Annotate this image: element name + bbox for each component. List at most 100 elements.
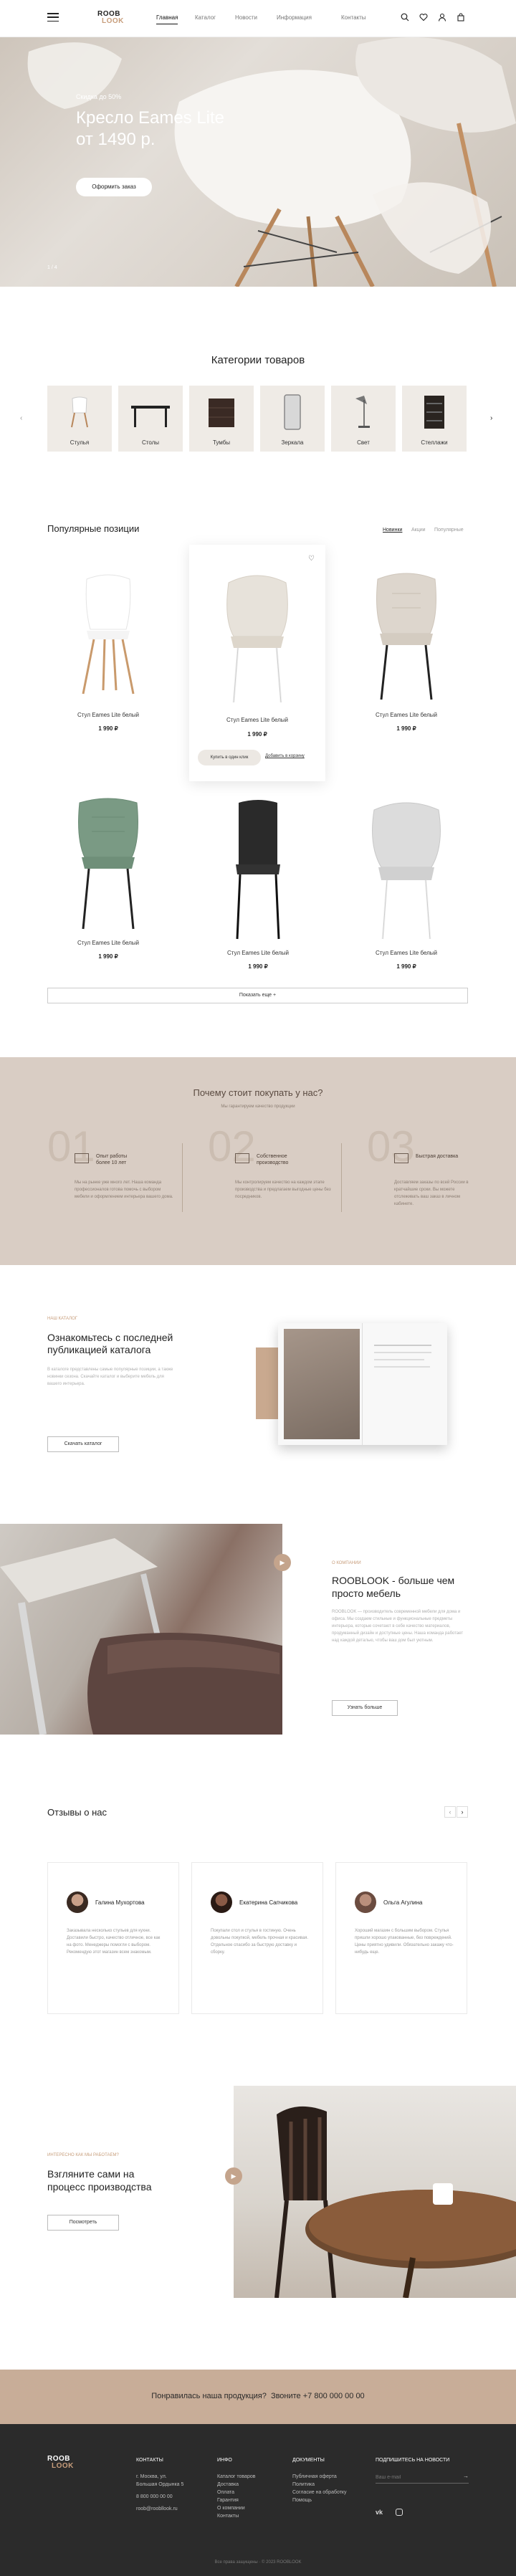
arrow-right-icon[interactable]: → <box>463 2473 469 2479</box>
add-to-cart-link[interactable]: Добавить в корзину <box>265 754 305 758</box>
footer-link[interactable]: Контакты <box>217 2512 255 2520</box>
production-title: Взгляните сами на процесс производства <box>47 2167 152 2193</box>
why-item-title: Быстрая доставка <box>416 1154 459 1159</box>
watch-button[interactable]: Посмотреть <box>47 2215 119 2231</box>
heart-icon[interactable]: ♡ <box>308 555 315 563</box>
download-catalog-button[interactable]: Скачать каталог <box>47 1436 119 1452</box>
tab-popular[interactable]: Популярные <box>434 528 464 533</box>
catalog-booklet-image[interactable] <box>278 1323 447 1445</box>
factory-icon <box>235 1153 249 1163</box>
product-price: 1 990 ₽ <box>247 731 267 738</box>
plus-icon: + <box>273 993 277 998</box>
product-name[interactable]: Стул Eames Lite белый <box>189 717 325 723</box>
review-text: Хороший магазин с большим выбором. Стуль… <box>355 1929 454 1955</box>
instagram-icon[interactable] <box>396 2509 403 2516</box>
footer-link[interactable]: Доставка <box>217 2481 255 2489</box>
logo[interactable]: ROOB LOOK <box>97 11 124 25</box>
category-cabinets[interactable]: Тумбы <box>189 386 254 452</box>
tab-sale[interactable]: Акции <box>411 528 426 533</box>
footer-link[interactable]: Согласие на обработку <box>292 2489 347 2496</box>
nav-info[interactable]: Информация <box>277 14 312 21</box>
product-name[interactable]: Стул Eames Lite белый <box>345 712 467 718</box>
nav-home[interactable]: Главная <box>156 14 178 24</box>
footer-link[interactable]: Гарантия <box>217 2496 255 2504</box>
product-card[interactable]: Стул Eames Lite белый 1 990 ₽ <box>47 796 169 960</box>
site-header: ROOB LOOK Главная Каталог Новости Информ… <box>0 0 516 37</box>
nav-news[interactable]: Новости <box>235 14 257 21</box>
reviews-prev-icon[interactable]: ‹ <box>444 1806 456 1818</box>
footer-link[interactable]: Политика <box>292 2481 347 2489</box>
catalog-title-line1: Ознакомьтесь с последней <box>47 1332 173 1343</box>
product-card[interactable]: Стул Eames Lite белый 1 990 ₽ <box>345 565 467 732</box>
nav-contacts[interactable]: Контакты <box>341 14 366 21</box>
category-shelves[interactable]: Стеллажи <box>402 386 467 452</box>
category-tables[interactable]: Столы <box>118 386 183 452</box>
category-label: Стеллажи <box>421 439 448 446</box>
footer-phone[interactable]: 8 800 000 00 00 <box>136 2493 183 2501</box>
hero-chair-image <box>27 37 516 287</box>
category-lights[interactable]: Свет <box>331 386 396 452</box>
why-title: Почему стоит покупать у нас? <box>193 1087 323 1098</box>
subscribe-email-input[interactable] <box>376 2472 469 2484</box>
reviewer-name: Екатерина Сапчикова <box>239 1899 298 1906</box>
why-item-title: Собственное производство <box>257 1154 289 1165</box>
cart-icon[interactable] <box>456 13 466 23</box>
footer-logo[interactable]: ROOB LOOK <box>47 2456 74 2470</box>
footer-email[interactable]: roob@roobllook.ru <box>136 2505 183 2513</box>
heart-icon[interactable] <box>419 13 429 23</box>
cta-text[interactable]: Понравилась наша продукция? Звоните +7 8… <box>0 2392 516 2400</box>
category-label: Стулья <box>70 439 90 446</box>
user-icon[interactable] <box>437 13 447 23</box>
product-card[interactable]: Стул Eames Lite белый 1 990 ₽ <box>47 565 169 732</box>
table-icon <box>131 406 170 427</box>
nav-catalog[interactable]: Каталог <box>195 14 216 21</box>
footer-link[interactable]: О компании <box>217 2504 255 2512</box>
review-card: Екатерина Сапчикова Покупали стол и стул… <box>191 1862 323 2014</box>
truck-icon <box>394 1153 408 1163</box>
reviews-next-icon[interactable]: › <box>457 1806 468 1818</box>
play-icon[interactable]: ▶ <box>225 2167 242 2185</box>
buy-one-click-button[interactable]: Купить в один клик <box>198 750 261 765</box>
footer-link[interactable]: Публичная оферта <box>292 2473 347 2481</box>
footer-link[interactable]: Каталог товаров <box>217 2473 255 2481</box>
vk-icon[interactable]: vk <box>376 2509 383 2516</box>
avatar <box>355 1892 376 1913</box>
product-name[interactable]: Стул Eames Lite белый <box>197 950 319 956</box>
divider <box>182 1143 183 1212</box>
divider <box>341 1143 342 1212</box>
product-name[interactable]: Стул Eames Lite белый <box>345 950 467 956</box>
categories-next-icon[interactable]: › <box>490 414 492 422</box>
footer-heading: ИНФО <box>217 2458 232 2463</box>
why-number: 02 <box>208 1122 256 1170</box>
footer-link[interactable]: Оплата <box>217 2489 255 2496</box>
tab-new[interactable]: Новинки <box>383 528 402 533</box>
product-card[interactable]: Стул Eames Lite белый 1 990 ₽ <box>345 796 467 970</box>
footer-heading: КОНТАКТЫ <box>136 2458 163 2463</box>
categories-title: Категории товаров <box>211 354 305 366</box>
product-card-highlighted[interactable]: ♡ Стул Eames Lite белый 1 990 ₽ Купить в… <box>189 545 325 781</box>
category-chairs[interactable]: Стулья <box>47 386 112 452</box>
show-more-button[interactable]: Показать еще + <box>47 988 468 1003</box>
about-title-line1: ROOBLOOK - больше чем <box>332 1575 455 1586</box>
reviewer-name: Ольга Агулина <box>383 1899 423 1906</box>
footer-link[interactable]: Помощь <box>292 2496 347 2504</box>
menu-icon[interactable] <box>47 13 59 22</box>
learn-more-button[interactable]: Узнать больше <box>332 1700 398 1716</box>
product-price: 1 990 ₽ <box>248 963 268 970</box>
play-icon[interactable]: ▶ <box>274 1554 291 1571</box>
footer-address-line: Большая Ордынка 5 <box>136 2482 184 2487</box>
footer-heading: ДОКУМЕНТЫ <box>292 2458 325 2463</box>
hero-pager[interactable]: 1 / 4 <box>47 265 57 270</box>
category-label: Зеркала <box>281 439 304 446</box>
search-icon[interactable] <box>400 13 410 23</box>
categories-prev-icon[interactable]: ‹ <box>20 414 22 422</box>
category-mirrors[interactable]: Зеркала <box>260 386 325 452</box>
hero-cta-button[interactable]: Оформить заказ <box>76 178 152 196</box>
product-name[interactable]: Стул Eames Lite белый <box>47 712 169 718</box>
product-card[interactable]: Стул Eames Lite белый 1 990 ₽ <box>197 796 319 970</box>
catalog-text: В каталоге представлены самые популярные… <box>47 1368 173 1386</box>
product-name[interactable]: Стул Eames Lite белый <box>47 940 169 946</box>
hero-title: Кресло Eames Lite от 1490 р. <box>76 108 224 151</box>
popular-title: Популярные позиции <box>47 523 140 534</box>
product-image <box>82 574 135 695</box>
